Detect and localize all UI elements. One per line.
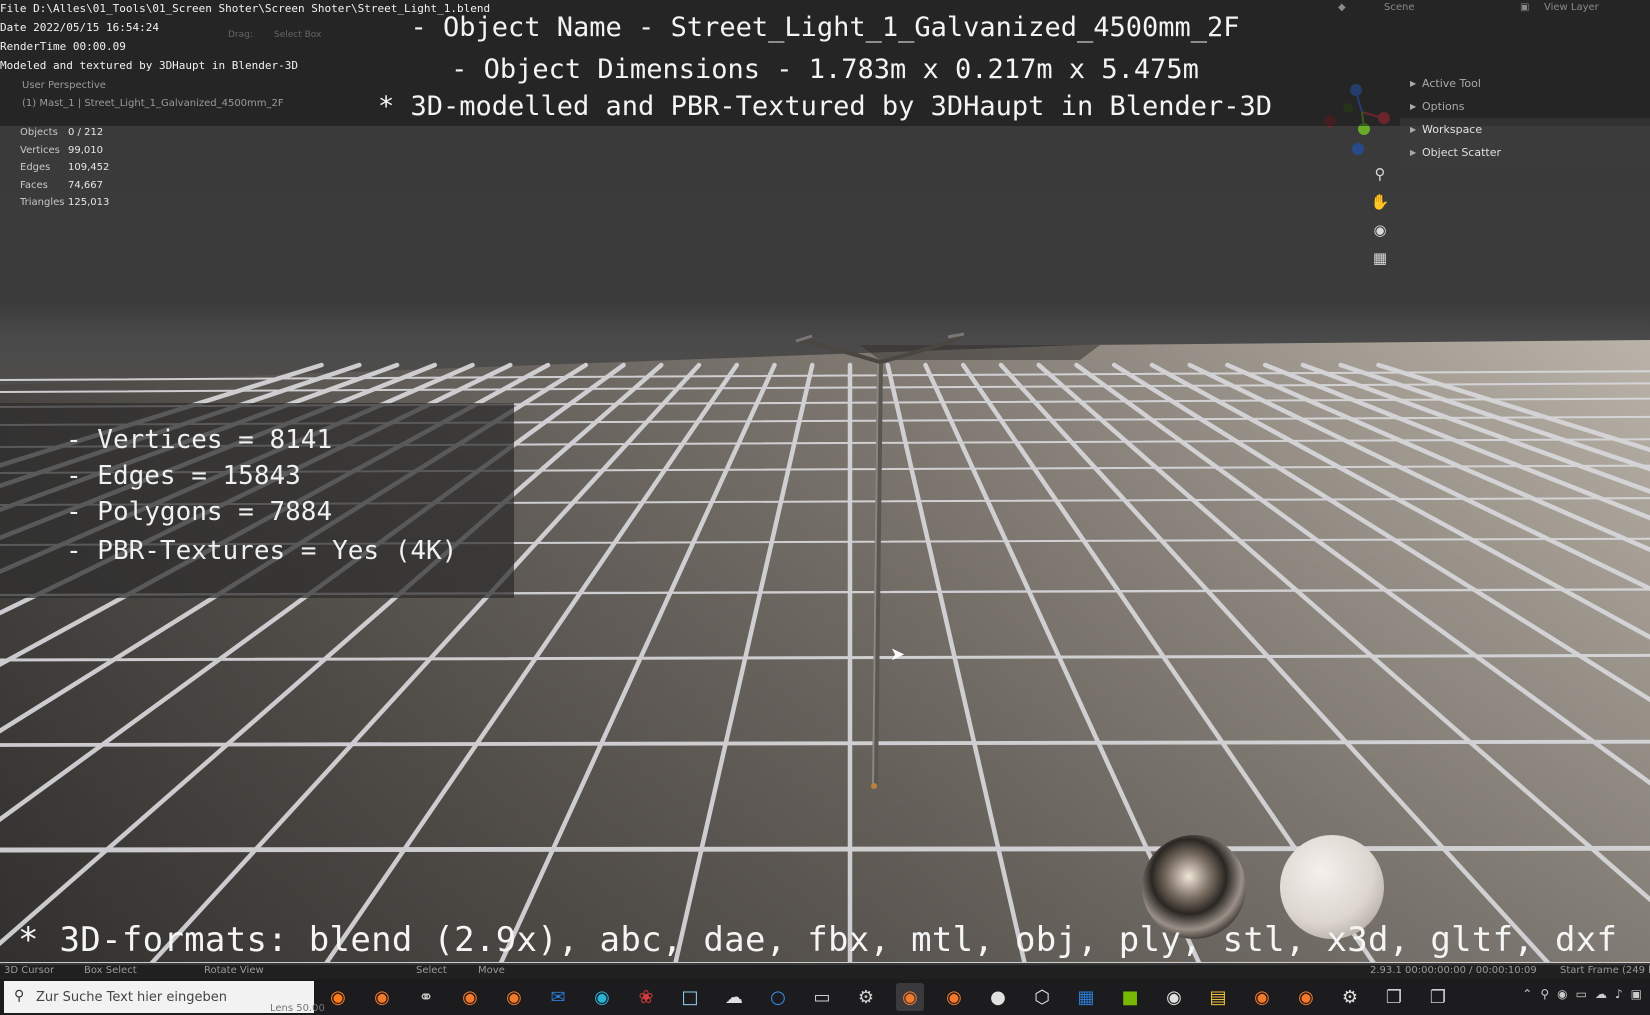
calendar-icon[interactable]: ▦	[1072, 983, 1100, 1011]
chevron-right-icon: ▶	[1410, 125, 1417, 134]
chat-icon[interactable]: ○	[764, 983, 792, 1011]
edge-browser-icon[interactable]: ◉	[588, 983, 616, 1011]
scene-icon[interactable]: ◆	[1338, 2, 1346, 13]
stat-row: Faces 74,667	[20, 179, 103, 191]
panel-label: Object Scatter	[1422, 146, 1502, 159]
properties-panel: ▶ Active Tool ▶ Options ▶ Workspace ▶ Object…	[1400, 72, 1650, 164]
windows-taskbar: ⚲ Zur Suche Text hier eingeben Lens 50.0…	[0, 979, 1650, 1015]
cloud-icon[interactable]: ☁	[1595, 987, 1607, 1001]
info-textures: - PBR-Textures = Yes (4K)	[66, 536, 458, 566]
view-layer-selector[interactable]: View Layer	[1544, 2, 1599, 13]
stat-row: Vertices 99,010	[20, 144, 103, 156]
lens-readout: Lens 50.00	[270, 1003, 325, 1014]
taskbar-search-input[interactable]: ⚲ Zur Suche Text hier eingeben	[4, 981, 314, 1013]
search-icon: ⚲	[14, 988, 25, 1004]
stat-row: Edges 109,452	[20, 162, 110, 174]
blender-icon[interactable]: ◉	[500, 983, 528, 1011]
terminal-icon[interactable]: ▭	[808, 983, 836, 1011]
mouse-pointer-icon: ➤	[890, 644, 906, 665]
stat-row: Triangles 125,013	[20, 197, 110, 209]
pan-hand-icon[interactable]: ✋	[1366, 188, 1394, 216]
mail-icon[interactable]: ✉	[544, 983, 572, 1011]
cloud-icon[interactable]: ☁	[720, 983, 748, 1011]
window-icon[interactable]: ❐	[1380, 983, 1408, 1011]
panel-workspace[interactable]: ▶ Workspace	[1400, 118, 1650, 141]
panel-label: Active Tool	[1422, 77, 1481, 90]
search-placeholder: Zur Suche Text hier eingeben	[36, 989, 227, 1005]
top-right-header: ◆ Scene ▣ View Layer	[1330, 0, 1650, 18]
panel-object-scatter[interactable]: ▶ Object Scatter	[1400, 141, 1650, 164]
status-rotate-view: Rotate View	[204, 965, 264, 976]
info-edges: - Edges = 15843	[66, 461, 301, 491]
panel-label: Workspace	[1422, 123, 1483, 136]
status-select: Select	[416, 965, 447, 976]
volume-icon[interactable]: ♪	[1615, 987, 1623, 1001]
view-layer-icon[interactable]: ▣	[1520, 2, 1529, 13]
viewport-nav-tools: ⚲ ✋ ◉ ▦	[1366, 160, 1394, 272]
viewport-collection: (1) Mast_1 | Street_Light_1_Galvanized_4…	[22, 98, 284, 109]
display-icon[interactable]: ▣	[1631, 987, 1642, 1001]
network-icon[interactable]: ⚲	[1540, 987, 1549, 1001]
blender-icon[interactable]: ◉	[1292, 983, 1320, 1011]
chevron-right-icon: ▶	[1410, 102, 1417, 111]
obs-icon[interactable]: ◉	[1160, 983, 1188, 1011]
cube-icon[interactable]: ⬡	[1028, 983, 1056, 1011]
camera-icon[interactable]: ◉	[1366, 216, 1394, 244]
scene-statistics: Objects 0 / 212 Vertices 99,010 Edges 109,4…	[20, 124, 109, 212]
firefox-icon[interactable]: ◉	[324, 983, 352, 1011]
status-box-select: Box Select	[84, 965, 137, 976]
status-version: 2.93.1 00:00:00:00 / 00:00:10:09	[1370, 965, 1537, 976]
system-tray: ⌃ ⚲ ◉ ▭ ☁ ♪ ▣	[1522, 987, 1642, 1001]
status-3d-cursor: 3D Cursor	[4, 965, 55, 976]
scene-selector[interactable]: Scene	[1384, 2, 1415, 13]
blender-icon[interactable]: ◉	[456, 983, 484, 1011]
panel-active-tool[interactable]: ▶ Active Tool	[1400, 72, 1650, 95]
panda-icon[interactable]: ●	[984, 983, 1012, 1011]
zoom-icon[interactable]: ⚲	[1366, 160, 1394, 188]
formats-line: * 3D-formats: blend (2.9x), abc, dae, fb…	[18, 920, 1618, 960]
tool-icon[interactable]: ⚙	[852, 983, 880, 1011]
app-red-icon[interactable]: ❀	[632, 983, 660, 1011]
viewport-perspective: User Perspective	[22, 80, 106, 91]
grid-line	[0, 845, 1650, 853]
window-icon[interactable]: ❐	[1424, 983, 1452, 1011]
blender-icon[interactable]: ◉	[940, 983, 968, 1011]
chevron-right-icon: ▶	[1410, 79, 1417, 88]
mesh-info-box: - Vertices = 8141 - Edges = 15843 - Poly…	[0, 403, 514, 598]
settings-icon[interactable]: ⚙	[1336, 983, 1364, 1011]
status-bar: 3D Cursor Box Select Rotate View Select …	[0, 963, 1650, 979]
battery-icon[interactable]: ▭	[1576, 987, 1587, 1001]
status-start-frame: Start Frame (249 le	[1560, 965, 1650, 976]
stat-row: Objects 0 / 212	[20, 127, 104, 139]
3d-viewport[interactable]: File D:\Alles\01_Tools\01_Screen Shoter\…	[0, 0, 1650, 965]
panel-options[interactable]: ▶ Options	[1400, 95, 1650, 118]
chevron-right-icon: ▶	[1410, 148, 1417, 157]
panel-label: Options	[1422, 100, 1465, 113]
notes-icon[interactable]: □	[676, 983, 704, 1011]
grid-view-icon[interactable]: ▦	[1366, 244, 1394, 272]
info-polygons: - Polygons = 7884	[66, 497, 333, 527]
status-move: Move	[478, 965, 505, 976]
shield-icon[interactable]: ◉	[1557, 987, 1567, 1001]
blender-active-icon[interactable]: ◉	[896, 983, 924, 1011]
blender-icon[interactable]: ◉	[1248, 983, 1276, 1011]
steam-icon[interactable]: ⚭	[412, 983, 440, 1011]
chevron-up-icon[interactable]: ⌃	[1522, 987, 1532, 1001]
blender-icon[interactable]: ◉	[368, 983, 396, 1011]
nvidia-icon[interactable]: ■	[1116, 983, 1144, 1011]
info-vertices: - Vertices = 8141	[66, 425, 333, 455]
folder-icon[interactable]: ▤	[1204, 983, 1232, 1011]
